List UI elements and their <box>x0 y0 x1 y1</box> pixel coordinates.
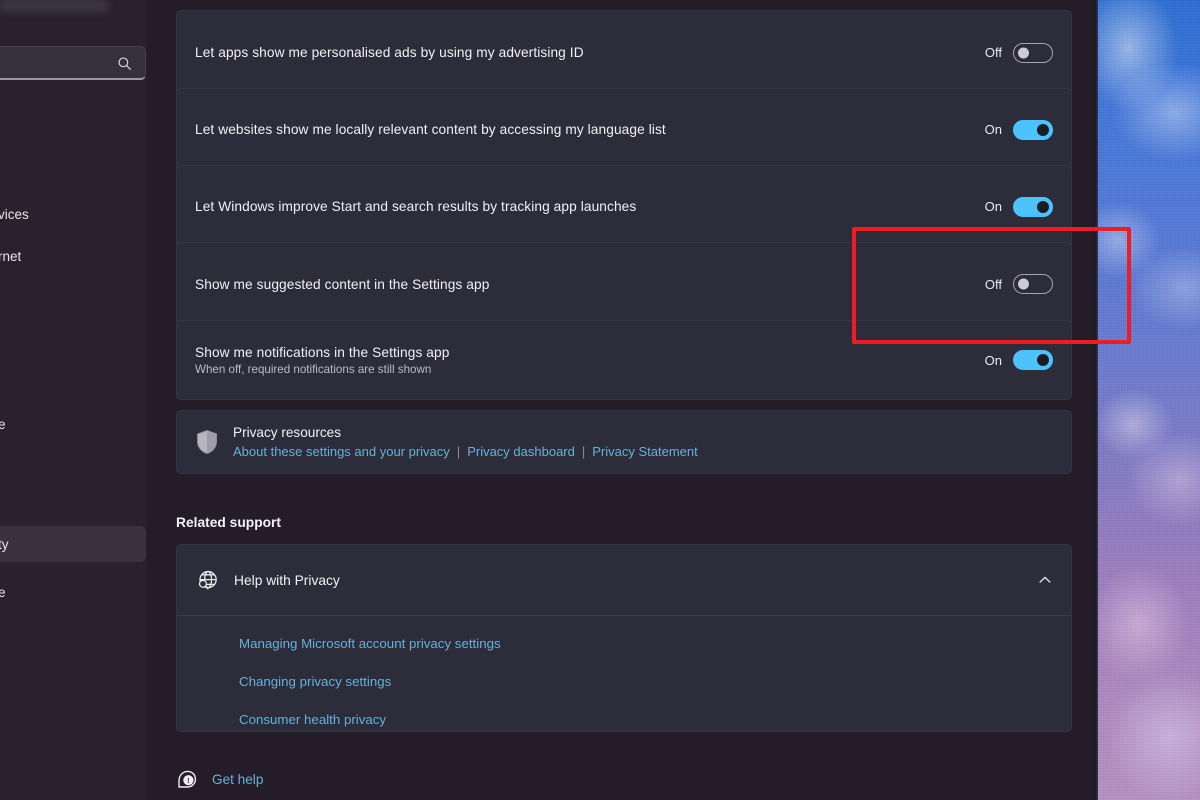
svg-text:!: ! <box>187 776 189 785</box>
link-separator: | <box>581 444 586 459</box>
link-privacy-statement[interactable]: Privacy Statement <box>592 444 698 459</box>
privacy-resources-links: About these settings and your privacy | … <box>233 444 1053 459</box>
sidebar-item-time-language[interactable]: e <box>0 406 146 442</box>
toggle-state-label: On <box>984 199 1002 214</box>
setting-subtitle: When off, required notifications are sti… <box>195 362 432 376</box>
privacy-resources-card: Privacy resources About these settings a… <box>176 410 1072 474</box>
toggle-knob <box>1017 47 1029 58</box>
globe-help-icon <box>195 568 220 593</box>
sidebar-item-label: e <box>0 416 6 432</box>
link-privacy-dashboard[interactable]: Privacy dashboard <box>467 444 575 459</box>
setting-card-app-launches[interactable]: Let Windows improve Start and search res… <box>176 165 1072 248</box>
toggle-switch-language-list[interactable] <box>1013 119 1053 140</box>
shield-icon <box>195 429 219 455</box>
setting-text-block: Let apps show me personalised ads by usi… <box>195 45 985 60</box>
settings-sidebar: vices rnet e ty e <box>0 0 146 800</box>
toggle-group[interactable]: On <box>985 350 1053 370</box>
sidebar-item-bluetooth-devices[interactable]: vices <box>0 196 146 232</box>
toggle-group[interactable]: Off <box>984 42 1053 63</box>
toggle-state-label: On <box>984 352 1002 368</box>
link-about-these-settings[interactable]: About these settings and your privacy <box>233 444 450 459</box>
setting-text-block: Show me notifications in the Settings ap… <box>195 345 985 376</box>
chevron-up-icon[interactable] <box>1037 572 1053 588</box>
setting-title: Let apps show me personalised ads by usi… <box>195 45 584 60</box>
link-separator: | <box>456 444 461 459</box>
setting-card-suggested-content[interactable]: Show me suggested content in the Setting… <box>176 242 1072 326</box>
toggle-state-label: Off <box>984 276 1002 292</box>
toggle-knob <box>1037 354 1049 366</box>
help-with-privacy-header[interactable]: Help with Privacy <box>177 545 1071 615</box>
sidebar-item-label: e <box>0 584 6 600</box>
search-icon <box>117 56 132 71</box>
setting-card-settings-notifications[interactable]: Show me notifications in the Settings ap… <box>176 320 1072 400</box>
privacy-resources-title: Privacy resources <box>233 425 342 440</box>
toggle-group[interactable]: On <box>984 196 1053 217</box>
settings-window: vices rnet e ty e Let apps show me perso… <box>0 0 1092 800</box>
sidebar-item-label: rnet <box>0 248 22 264</box>
toggle-switch-advertising-id[interactable] <box>1013 42 1053 63</box>
help-links-list: Managing Microsoft account privacy setti… <box>177 616 1071 727</box>
search-input[interactable] <box>0 46 146 80</box>
get-help-icon: ! <box>176 768 198 790</box>
help-link-changing-privacy-settings[interactable]: Changing privacy settings <box>239 674 1071 689</box>
setting-text-block: Show me suggested content in the Setting… <box>195 277 985 292</box>
setting-title: Show me suggested content in the Setting… <box>195 276 490 292</box>
setting-title: Let Windows improve Start and search res… <box>195 199 637 214</box>
toggle-knob <box>1017 278 1029 290</box>
sidebar-item-label: vices <box>0 206 29 222</box>
setting-card-advertising-id[interactable]: Let apps show me personalised ads by usi… <box>176 10 1072 95</box>
titlebar-blurred-region <box>0 0 108 12</box>
help-with-privacy-title: Help with Privacy <box>234 572 340 588</box>
help-link-managing-ms-account[interactable]: Managing Microsoft account privacy setti… <box>239 636 1071 651</box>
sidebar-item-windows-update[interactable]: e <box>0 574 146 610</box>
get-help-row[interactable]: ! Get help <box>176 768 263 790</box>
toggle-group[interactable]: Off <box>985 274 1053 294</box>
sidebar-item-network-internet[interactable]: rnet <box>0 238 146 274</box>
sidebar-item-privacy-security[interactable]: ty <box>0 526 146 562</box>
toggle-switch-suggested-content[interactable] <box>1013 274 1053 294</box>
toggle-switch-app-launches[interactable] <box>1013 196 1053 217</box>
settings-content-pane: Let apps show me personalised ads by usi… <box>146 0 1092 800</box>
setting-card-language-list[interactable]: Let websites show me locally relevant co… <box>176 88 1072 171</box>
toggle-knob <box>1037 200 1049 213</box>
sidebar-item-label: ty <box>0 536 9 552</box>
desktop-wallpaper <box>1098 0 1200 800</box>
related-support-heading: Related support <box>176 515 282 530</box>
toggle-knob <box>1037 123 1049 136</box>
get-help-label: Get help <box>212 771 264 787</box>
setting-text-block: Let Windows improve Start and search res… <box>195 199 985 214</box>
toggle-state-label: Off <box>984 45 1002 60</box>
wallpaper-texture <box>1098 0 1200 800</box>
setting-text-block: Let websites show me locally relevant co… <box>195 122 985 137</box>
setting-title: Show me notifications in the Settings ap… <box>195 344 450 360</box>
setting-title: Let websites show me locally relevant co… <box>195 122 666 137</box>
toggle-switch-settings-notifications[interactable] <box>1013 350 1053 370</box>
toggle-state-label: On <box>984 122 1002 137</box>
help-link-consumer-health-privacy[interactable]: Consumer health privacy <box>239 712 1071 727</box>
toggle-group[interactable]: On <box>984 119 1053 140</box>
help-with-privacy-card: Help with Privacy Managing Microsoft acc… <box>176 544 1072 732</box>
